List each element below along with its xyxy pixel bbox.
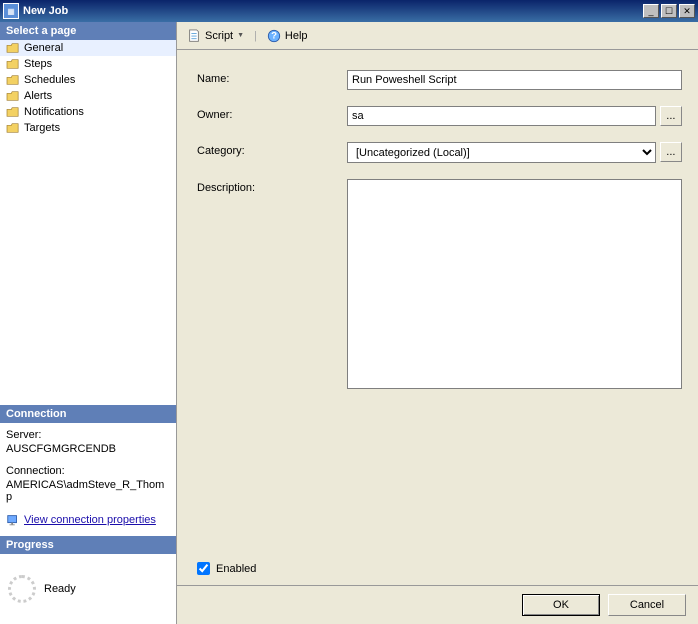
content: Script ▼ | ? Help Name: Owner: ... xyxy=(177,22,698,624)
folder-icon xyxy=(6,58,20,70)
folder-icon xyxy=(6,106,20,118)
folder-icon xyxy=(6,74,20,86)
toolbar-separator: | xyxy=(254,30,257,42)
select-page-header: Select a page xyxy=(0,22,176,40)
svg-text:?: ? xyxy=(271,30,277,41)
owner-browse-button[interactable]: ... xyxy=(660,106,682,126)
minimize-button[interactable]: _ xyxy=(643,4,659,18)
script-icon xyxy=(187,29,201,43)
enabled-label: Enabled xyxy=(216,563,256,575)
page-list: General Steps Schedules Alerts Notificat… xyxy=(0,40,176,136)
titlebar: ▦ New Job _ ☐ ✕ xyxy=(0,0,698,22)
cancel-button[interactable]: Cancel xyxy=(608,594,686,616)
sidebar: Select a page General Steps Schedules Al… xyxy=(0,22,177,624)
sidebar-item-general[interactable]: General xyxy=(0,40,176,56)
sidebar-item-label: Targets xyxy=(24,122,60,134)
category-select[interactable]: [Uncategorized (Local)] xyxy=(347,142,656,163)
folder-icon xyxy=(6,90,20,102)
connection-header: Connection xyxy=(0,405,176,423)
enabled-checkbox[interactable] xyxy=(197,562,210,575)
sidebar-item-notifications[interactable]: Notifications xyxy=(0,104,176,120)
progress-panel: Ready xyxy=(0,554,176,624)
server-label: Server: xyxy=(6,429,170,441)
view-connection-properties-link[interactable]: View connection properties xyxy=(6,513,156,527)
sidebar-item-label: General xyxy=(24,42,63,54)
sidebar-item-label: Schedules xyxy=(24,74,75,86)
name-label: Name: xyxy=(197,70,347,85)
owner-label: Owner: xyxy=(197,106,347,121)
sidebar-item-label: Notifications xyxy=(24,106,84,118)
spinner-icon xyxy=(8,575,36,603)
app-icon: ▦ xyxy=(3,3,19,19)
sidebar-item-schedules[interactable]: Schedules xyxy=(0,72,176,88)
sidebar-item-alerts[interactable]: Alerts xyxy=(0,88,176,104)
sidebar-item-steps[interactable]: Steps xyxy=(0,56,176,72)
help-button[interactable]: ? Help xyxy=(263,27,312,45)
connection-value: AMERICAS\admSteve_R_Thomp xyxy=(6,479,170,503)
sidebar-item-targets[interactable]: Targets xyxy=(0,120,176,136)
connection-label: Connection: xyxy=(6,465,170,477)
view-connection-properties-label: View connection properties xyxy=(24,514,156,526)
help-label: Help xyxy=(285,30,308,42)
script-button[interactable]: Script ▼ xyxy=(183,27,248,45)
help-icon: ? xyxy=(267,29,281,43)
description-label: Description: xyxy=(197,179,347,194)
chevron-down-icon: ▼ xyxy=(237,32,244,39)
owner-input[interactable] xyxy=(347,106,656,126)
maximize-button[interactable]: ☐ xyxy=(661,4,677,18)
name-input[interactable] xyxy=(347,70,682,90)
script-label: Script xyxy=(205,30,233,42)
sidebar-item-label: Steps xyxy=(24,58,52,70)
form-area: Name: Owner: ... Category: [Uncategorize… xyxy=(177,50,698,552)
ok-button[interactable]: OK xyxy=(522,594,600,616)
close-button[interactable]: ✕ xyxy=(679,4,695,18)
folder-icon xyxy=(6,122,20,134)
category-browse-button[interactable]: ... xyxy=(660,142,682,162)
category-label: Category: xyxy=(197,142,347,157)
folder-icon xyxy=(6,42,20,54)
progress-header: Progress xyxy=(0,536,176,554)
description-input[interactable] xyxy=(347,179,682,389)
window-title: New Job xyxy=(23,5,641,17)
sidebar-item-label: Alerts xyxy=(24,90,52,102)
toolbar: Script ▼ | ? Help xyxy=(177,22,698,50)
enabled-row: Enabled xyxy=(177,552,698,585)
connection-icon xyxy=(6,513,20,527)
progress-status: Ready xyxy=(44,583,76,595)
connection-panel: Server: AUSCFGMGRCENDB Connection: AMERI… xyxy=(0,423,176,536)
server-value: AUSCFGMGRCENDB xyxy=(6,443,170,455)
footer: OK Cancel xyxy=(177,585,698,624)
